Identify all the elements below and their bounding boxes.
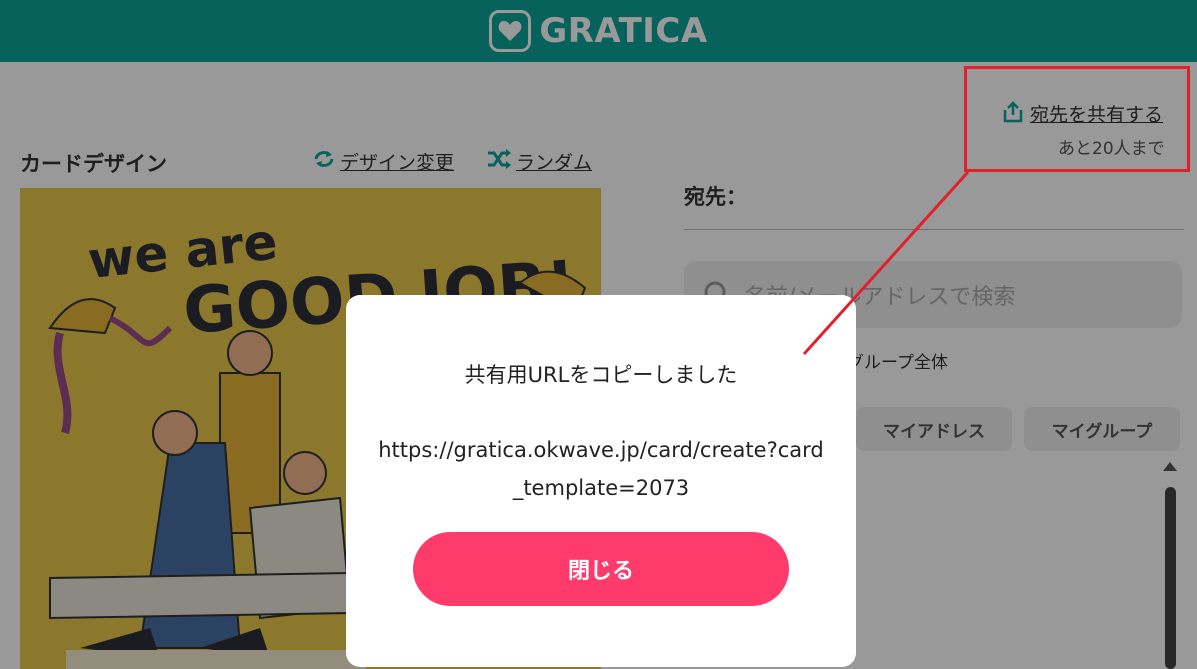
annotation-arrow: [802, 170, 970, 356]
